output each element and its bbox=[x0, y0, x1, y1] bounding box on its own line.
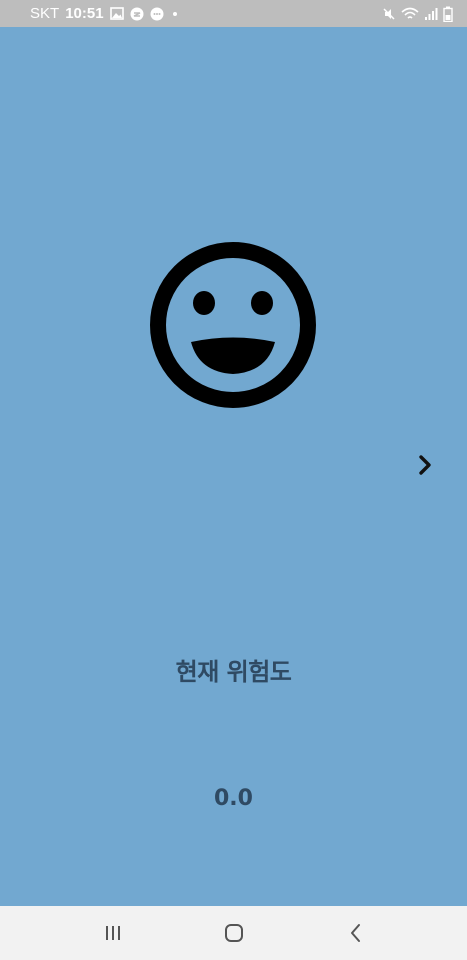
back-button[interactable] bbox=[342, 920, 370, 946]
status-right bbox=[382, 6, 453, 22]
carrier-label: SKT bbox=[30, 5, 60, 22]
home-button[interactable] bbox=[220, 920, 248, 946]
battery-icon bbox=[443, 6, 453, 22]
signal-icon bbox=[424, 7, 438, 21]
app-screen: SKT 10:51 현재 위험도 0.0 bbox=[0, 0, 467, 960]
status-left: SKT 10:51 bbox=[30, 5, 180, 22]
risk-value: 0.0 bbox=[214, 786, 253, 811]
risk-label: 현재 위험도 bbox=[175, 658, 292, 686]
clock: 10:51 bbox=[65, 5, 104, 22]
chat-icon bbox=[150, 7, 164, 21]
recent-apps-button[interactable] bbox=[99, 920, 127, 946]
gallery-icon bbox=[109, 7, 124, 20]
next-button[interactable] bbox=[414, 452, 438, 478]
wifi-icon bbox=[401, 7, 419, 21]
chevron-right-icon bbox=[414, 455, 438, 482]
back-icon bbox=[342, 924, 370, 950]
smiley-face-icon bbox=[149, 241, 317, 409]
navigation-bar bbox=[0, 906, 467, 960]
home-icon bbox=[220, 924, 248, 950]
recent-apps-icon bbox=[99, 926, 127, 950]
dot-icon bbox=[170, 9, 180, 19]
mute-icon bbox=[382, 7, 396, 21]
messenger-icon bbox=[130, 7, 144, 21]
status-bar: SKT 10:51 bbox=[0, 0, 467, 27]
